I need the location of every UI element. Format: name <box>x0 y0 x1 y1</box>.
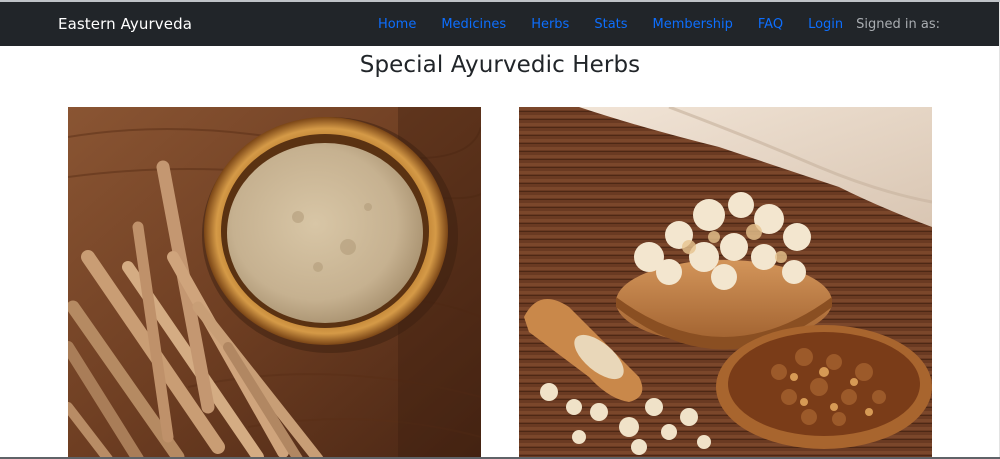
nav-link-stats[interactable]: Stats <box>594 17 627 32</box>
brand-link[interactable]: Eastern Ayurveda <box>58 2 192 46</box>
herb-image-resin-bowls <box>519 107 932 459</box>
nav-link-login[interactable]: Login <box>808 17 843 32</box>
signed-in-text: Signed in as: <box>856 16 940 32</box>
top-navbar: Eastern Ayurveda Home Medicines Herbs St… <box>0 2 1000 46</box>
herb-image-powder-roots <box>68 107 481 459</box>
page-title: Special Ayurvedic Herbs <box>359 52 641 78</box>
nav-link-herbs[interactable]: Herbs <box>531 17 569 32</box>
nav-links: Home Medicines Herbs Stats Membership FA… <box>378 2 940 46</box>
nav-link-membership[interactable]: Membership <box>653 17 733 32</box>
nav-link-medicines[interactable]: Medicines <box>441 17 506 32</box>
nav-link-faq[interactable]: FAQ <box>758 17 783 32</box>
nav-link-home[interactable]: Home <box>378 17 416 32</box>
